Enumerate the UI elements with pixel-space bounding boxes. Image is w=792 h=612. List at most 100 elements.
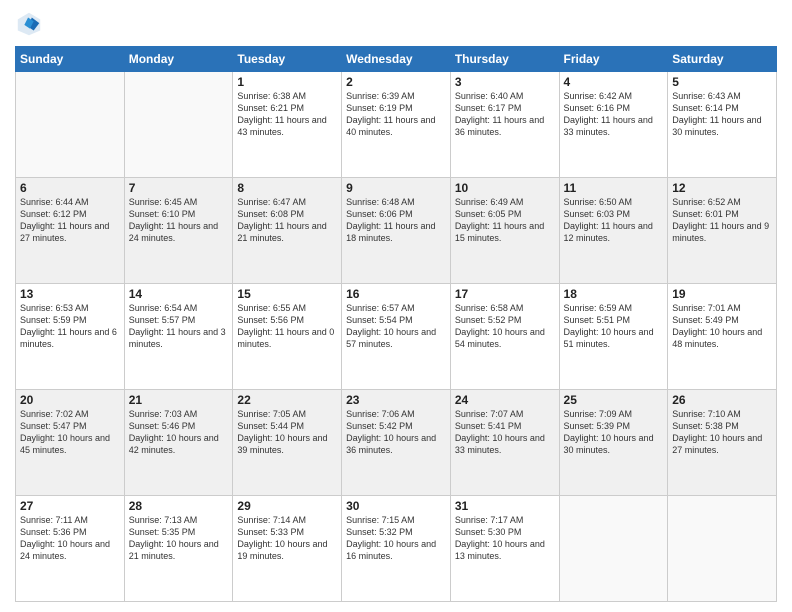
day-number: 29	[237, 499, 337, 513]
weekday-header-saturday: Saturday	[668, 47, 777, 72]
day-info: Sunrise: 7:11 AM Sunset: 5:36 PM Dayligh…	[20, 514, 120, 563]
calendar-cell: 19Sunrise: 7:01 AM Sunset: 5:49 PM Dayli…	[668, 284, 777, 390]
day-number: 20	[20, 393, 120, 407]
page: SundayMondayTuesdayWednesdayThursdayFrid…	[0, 0, 792, 612]
calendar-cell: 5Sunrise: 6:43 AM Sunset: 6:14 PM Daylig…	[668, 72, 777, 178]
day-number: 10	[455, 181, 555, 195]
day-info: Sunrise: 7:01 AM Sunset: 5:49 PM Dayligh…	[672, 302, 772, 351]
calendar-cell: 7Sunrise: 6:45 AM Sunset: 6:10 PM Daylig…	[124, 178, 233, 284]
day-number: 1	[237, 75, 337, 89]
day-info: Sunrise: 6:53 AM Sunset: 5:59 PM Dayligh…	[20, 302, 120, 351]
day-info: Sunrise: 6:43 AM Sunset: 6:14 PM Dayligh…	[672, 90, 772, 139]
calendar-cell: 15Sunrise: 6:55 AM Sunset: 5:56 PM Dayli…	[233, 284, 342, 390]
calendar-cell: 16Sunrise: 6:57 AM Sunset: 5:54 PM Dayli…	[342, 284, 451, 390]
day-info: Sunrise: 7:02 AM Sunset: 5:47 PM Dayligh…	[20, 408, 120, 457]
calendar-cell: 22Sunrise: 7:05 AM Sunset: 5:44 PM Dayli…	[233, 390, 342, 496]
calendar: SundayMondayTuesdayWednesdayThursdayFrid…	[15, 46, 777, 602]
day-number: 5	[672, 75, 772, 89]
day-info: Sunrise: 6:45 AM Sunset: 6:10 PM Dayligh…	[129, 196, 229, 245]
calendar-cell: 28Sunrise: 7:13 AM Sunset: 5:35 PM Dayli…	[124, 496, 233, 602]
calendar-cell: 23Sunrise: 7:06 AM Sunset: 5:42 PM Dayli…	[342, 390, 451, 496]
day-number: 4	[564, 75, 664, 89]
calendar-cell: 2Sunrise: 6:39 AM Sunset: 6:19 PM Daylig…	[342, 72, 451, 178]
day-info: Sunrise: 6:39 AM Sunset: 6:19 PM Dayligh…	[346, 90, 446, 139]
calendar-cell	[16, 72, 125, 178]
day-number: 17	[455, 287, 555, 301]
day-info: Sunrise: 7:06 AM Sunset: 5:42 PM Dayligh…	[346, 408, 446, 457]
calendar-cell: 18Sunrise: 6:59 AM Sunset: 5:51 PM Dayli…	[559, 284, 668, 390]
header	[15, 10, 777, 38]
calendar-cell: 24Sunrise: 7:07 AM Sunset: 5:41 PM Dayli…	[450, 390, 559, 496]
weekday-header-friday: Friday	[559, 47, 668, 72]
calendar-cell: 12Sunrise: 6:52 AM Sunset: 6:01 PM Dayli…	[668, 178, 777, 284]
weekday-header-monday: Monday	[124, 47, 233, 72]
calendar-cell	[668, 496, 777, 602]
calendar-cell: 4Sunrise: 6:42 AM Sunset: 6:16 PM Daylig…	[559, 72, 668, 178]
day-number: 12	[672, 181, 772, 195]
day-info: Sunrise: 7:10 AM Sunset: 5:38 PM Dayligh…	[672, 408, 772, 457]
day-info: Sunrise: 7:07 AM Sunset: 5:41 PM Dayligh…	[455, 408, 555, 457]
calendar-cell: 9Sunrise: 6:48 AM Sunset: 6:06 PM Daylig…	[342, 178, 451, 284]
week-row-3: 13Sunrise: 6:53 AM Sunset: 5:59 PM Dayli…	[16, 284, 777, 390]
calendar-cell: 26Sunrise: 7:10 AM Sunset: 5:38 PM Dayli…	[668, 390, 777, 496]
day-number: 3	[455, 75, 555, 89]
day-info: Sunrise: 6:54 AM Sunset: 5:57 PM Dayligh…	[129, 302, 229, 351]
calendar-cell: 8Sunrise: 6:47 AM Sunset: 6:08 PM Daylig…	[233, 178, 342, 284]
calendar-cell: 3Sunrise: 6:40 AM Sunset: 6:17 PM Daylig…	[450, 72, 559, 178]
calendar-cell: 1Sunrise: 6:38 AM Sunset: 6:21 PM Daylig…	[233, 72, 342, 178]
day-number: 27	[20, 499, 120, 513]
day-info: Sunrise: 6:52 AM Sunset: 6:01 PM Dayligh…	[672, 196, 772, 245]
day-number: 2	[346, 75, 446, 89]
day-number: 9	[346, 181, 446, 195]
calendar-cell: 31Sunrise: 7:17 AM Sunset: 5:30 PM Dayli…	[450, 496, 559, 602]
day-number: 15	[237, 287, 337, 301]
day-number: 28	[129, 499, 229, 513]
day-number: 31	[455, 499, 555, 513]
week-row-5: 27Sunrise: 7:11 AM Sunset: 5:36 PM Dayli…	[16, 496, 777, 602]
calendar-cell	[559, 496, 668, 602]
calendar-cell: 14Sunrise: 6:54 AM Sunset: 5:57 PM Dayli…	[124, 284, 233, 390]
day-info: Sunrise: 6:49 AM Sunset: 6:05 PM Dayligh…	[455, 196, 555, 245]
day-info: Sunrise: 7:05 AM Sunset: 5:44 PM Dayligh…	[237, 408, 337, 457]
day-number: 11	[564, 181, 664, 195]
logo	[15, 10, 47, 38]
day-info: Sunrise: 7:03 AM Sunset: 5:46 PM Dayligh…	[129, 408, 229, 457]
calendar-cell: 27Sunrise: 7:11 AM Sunset: 5:36 PM Dayli…	[16, 496, 125, 602]
week-row-2: 6Sunrise: 6:44 AM Sunset: 6:12 PM Daylig…	[16, 178, 777, 284]
day-info: Sunrise: 6:42 AM Sunset: 6:16 PM Dayligh…	[564, 90, 664, 139]
day-number: 16	[346, 287, 446, 301]
day-number: 18	[564, 287, 664, 301]
day-info: Sunrise: 6:47 AM Sunset: 6:08 PM Dayligh…	[237, 196, 337, 245]
weekday-header-row: SundayMondayTuesdayWednesdayThursdayFrid…	[16, 47, 777, 72]
day-number: 30	[346, 499, 446, 513]
calendar-cell: 11Sunrise: 6:50 AM Sunset: 6:03 PM Dayli…	[559, 178, 668, 284]
week-row-4: 20Sunrise: 7:02 AM Sunset: 5:47 PM Dayli…	[16, 390, 777, 496]
calendar-cell: 20Sunrise: 7:02 AM Sunset: 5:47 PM Dayli…	[16, 390, 125, 496]
calendar-cell: 17Sunrise: 6:58 AM Sunset: 5:52 PM Dayli…	[450, 284, 559, 390]
day-number: 26	[672, 393, 772, 407]
calendar-cell: 6Sunrise: 6:44 AM Sunset: 6:12 PM Daylig…	[16, 178, 125, 284]
calendar-cell	[124, 72, 233, 178]
day-info: Sunrise: 6:57 AM Sunset: 5:54 PM Dayligh…	[346, 302, 446, 351]
week-row-1: 1Sunrise: 6:38 AM Sunset: 6:21 PM Daylig…	[16, 72, 777, 178]
day-info: Sunrise: 6:48 AM Sunset: 6:06 PM Dayligh…	[346, 196, 446, 245]
day-info: Sunrise: 6:44 AM Sunset: 6:12 PM Dayligh…	[20, 196, 120, 245]
day-info: Sunrise: 7:09 AM Sunset: 5:39 PM Dayligh…	[564, 408, 664, 457]
day-number: 19	[672, 287, 772, 301]
day-number: 21	[129, 393, 229, 407]
calendar-cell: 21Sunrise: 7:03 AM Sunset: 5:46 PM Dayli…	[124, 390, 233, 496]
day-number: 7	[129, 181, 229, 195]
day-number: 6	[20, 181, 120, 195]
day-info: Sunrise: 6:50 AM Sunset: 6:03 PM Dayligh…	[564, 196, 664, 245]
logo-icon	[15, 10, 43, 38]
weekday-header-tuesday: Tuesday	[233, 47, 342, 72]
calendar-cell: 10Sunrise: 6:49 AM Sunset: 6:05 PM Dayli…	[450, 178, 559, 284]
calendar-cell: 30Sunrise: 7:15 AM Sunset: 5:32 PM Dayli…	[342, 496, 451, 602]
day-info: Sunrise: 6:55 AM Sunset: 5:56 PM Dayligh…	[237, 302, 337, 351]
day-info: Sunrise: 6:38 AM Sunset: 6:21 PM Dayligh…	[237, 90, 337, 139]
day-number: 23	[346, 393, 446, 407]
day-number: 13	[20, 287, 120, 301]
calendar-cell: 13Sunrise: 6:53 AM Sunset: 5:59 PM Dayli…	[16, 284, 125, 390]
day-info: Sunrise: 7:15 AM Sunset: 5:32 PM Dayligh…	[346, 514, 446, 563]
day-number: 8	[237, 181, 337, 195]
